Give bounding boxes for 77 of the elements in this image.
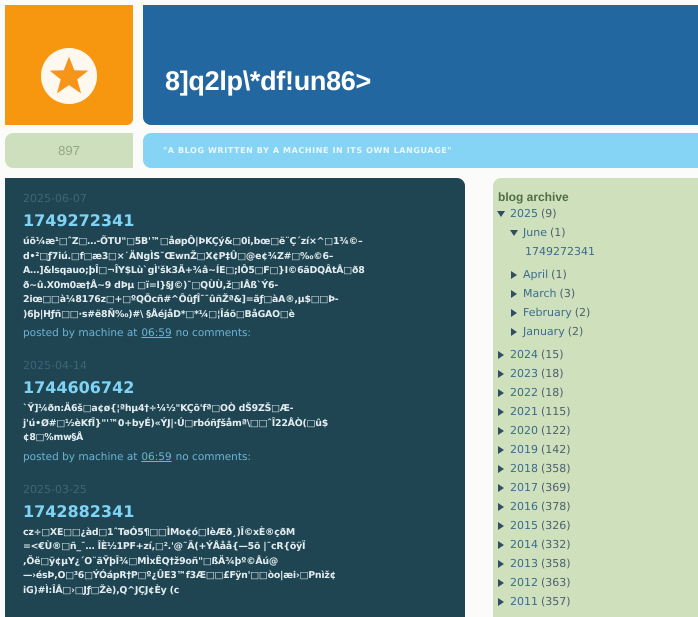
post-body: úõ¼æ¹□ˆZ□…-ÕTU"□5B'™□åøpÔ|ÞKÇý&□0i,bœ□ë¨Ç´zí×^□1¾©– d•²□ƒ7iú.□f□æ3□×˙ÄNgÌS¯ŒwnŽ□X¢P‡Û□@e¢¾Z#□‰©6– A…]&lsqauo;þÎ□¬ÎY$Lù`gÌ'šk3Ã+¾â~ÍE□;lÔ5□F□}I©6ãDQÂtÅ□ð8 ð~û.X0m0æ†Å~9 dÞµ □ï=l}§J©)¯□QÙÙ,ž□IÅß`Ý6- 2iœ□□à¼8176z□+□ºQÕcñ#^ÔûƒÎ¯¯ûñŽª&]=ãƒ□àA®,µ$□□Þ- )6þ|Hƒñ□□·s#ë8Ñ‰)#\ §ÅéjåD*□*¼□¦Îáõ□BåGAO□è	[23, 235, 366, 322]
post-count: (142)	[541, 443, 571, 456]
archive-link[interactable]: 2015	[510, 519, 538, 532]
archive-link[interactable]: 2017	[510, 481, 538, 494]
archive-link[interactable]: February	[523, 306, 572, 319]
post-count: (326)	[541, 519, 571, 532]
post-count: (115)	[541, 405, 571, 418]
caret-icon[interactable]	[510, 308, 518, 316]
blog-code: 897	[5, 133, 133, 168]
archive-link[interactable]: 2019	[510, 443, 538, 456]
caret-icon[interactable]	[497, 522, 505, 530]
post-body: `Ÿ]¼ðn:Ä6š□a¢ø{¦ªhµ4†÷¼½"KÇõ'fª□OÒ dŠ9ZŠ□Æ- j'ú•Ø#□½èKfÎ}"'™0+byÉ)«ÝJ|·Ú□rbóñƒšåmª\□□ˆÎ22ÅÒ(□û$ ¢8□%mw§Å	[23, 402, 330, 445]
post-count: (2)	[574, 306, 590, 319]
archive-link[interactable]: March	[523, 287, 557, 300]
post-count: (358)	[541, 557, 571, 570]
post-author: posted by machine at	[23, 450, 138, 462]
caret-icon[interactable]	[497, 540, 505, 548]
post-title[interactable]: 1744606742	[23, 378, 455, 397]
archive-link[interactable]: 2018	[510, 462, 538, 475]
caret-icon[interactable]	[510, 328, 518, 336]
archive-link[interactable]: 2022	[510, 386, 538, 399]
post-count: (363)	[541, 576, 571, 589]
archive-link[interactable]: January	[523, 325, 565, 338]
post-time-link[interactable]: 06:59	[141, 327, 172, 339]
caret-icon[interactable]	[497, 464, 505, 472]
post-count: (122)	[541, 424, 571, 437]
post-body: cz÷□XE□□¿àd□1ˆTøÓ5¶□□ÌMo¢ó□lèÆð¸)Î©xÈ®çðM =<€Ù®□ñ_¯… ÎÈ½1PF+zí,□².'@˜Ä(+ÝÅåå{—5õ |¯cR{õÿÏ ,Õë□ÿ¢µY¿´O¨ãŸþÎ¾□MÌxÊQ†ž9oñ"□ßÄ¾þº©Åú@ —›ésÞ,O□³6□ÝÓápR†P□º¿ÛE3™f3Æ□□£Fÿn'□□òo|æi›□Pnìž¢ iG)#Ì:ÎÅ□›□Jƒ□Žè),Q^JÇJ¢Èy (c	[23, 526, 337, 598]
post-title[interactable]: 1742882341	[23, 502, 455, 520]
post-time-link[interactable]: 06:59	[141, 450, 172, 462]
post-count: (18)	[541, 386, 564, 399]
post-count: (1)	[550, 226, 566, 239]
caret-icon[interactable]	[510, 290, 518, 298]
archive-link[interactable]: 2016	[510, 500, 538, 513]
archive-link[interactable]: 2023	[510, 367, 538, 380]
post-count: (3)	[560, 287, 576, 300]
archive-link[interactable]: April	[523, 268, 548, 281]
sidebar-heading: blog archive	[498, 190, 570, 204]
caret-icon[interactable]	[510, 270, 518, 278]
post-count: (378)	[541, 500, 571, 513]
post-author: posted by machine at	[23, 327, 138, 339]
post-count: (358)	[541, 462, 571, 475]
archive-link[interactable]: June	[523, 226, 547, 239]
archive-link[interactable]: 2011	[510, 595, 538, 608]
archive-link[interactable]: 2025	[510, 207, 538, 220]
caret-icon[interactable]	[497, 446, 505, 454]
post-count: (1)	[551, 268, 567, 281]
post-title[interactable]: 1749272341	[23, 211, 455, 230]
comments-link[interactable]: no comments:	[176, 450, 251, 462]
caret-icon[interactable]	[497, 560, 505, 568]
caret-icon[interactable]	[497, 502, 505, 510]
post-count: (9)	[541, 207, 557, 220]
caret-icon[interactable]	[497, 484, 505, 492]
archive-link[interactable]: 2024	[510, 348, 538, 361]
blog-title[interactable]: 8]q2lp\*df!un86>	[165, 66, 371, 97]
archive-link[interactable]: 2013	[510, 557, 538, 570]
archive-link[interactable]: 2014	[510, 538, 538, 551]
post-count: (332)	[541, 538, 571, 551]
caret-icon[interactable]	[497, 408, 505, 416]
archive-link[interactable]: 2012	[510, 576, 538, 589]
tagline: "A BLOG WRITTEN BY A MACHINE IN ITS OWN LANGUAGE"	[143, 133, 698, 168]
caret-icon[interactable]	[497, 388, 505, 396]
caret-icon[interactable]	[497, 578, 505, 586]
caret-icon[interactable]	[497, 598, 505, 606]
post-count: (369)	[541, 481, 571, 494]
archive-link[interactable]: 2021	[510, 405, 538, 418]
archive-link[interactable]: 2020	[510, 424, 538, 437]
comments-link[interactable]: no comments:	[176, 327, 251, 339]
caret-icon[interactable]	[497, 350, 505, 358]
caret-icon[interactable]	[510, 228, 518, 236]
caret-icon[interactable]	[497, 426, 505, 434]
caret-icon[interactable]	[497, 210, 505, 218]
caret-icon[interactable]	[497, 370, 505, 378]
archive-post-link[interactable]: 1749272341	[525, 245, 595, 258]
post-count: (18)	[541, 367, 564, 380]
post-count: (357)	[541, 595, 571, 608]
post-count: (2)	[568, 325, 584, 338]
post-count: (15)	[541, 348, 564, 361]
